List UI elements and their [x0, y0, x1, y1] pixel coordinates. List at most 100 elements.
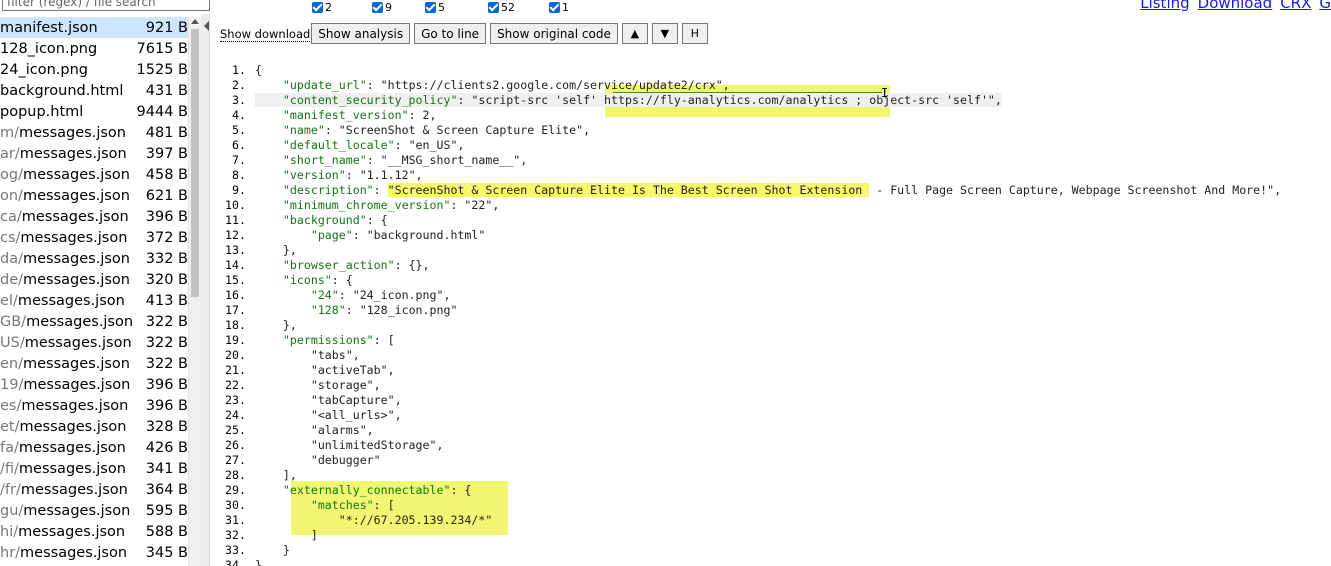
code-text: "matches": [	[310, 497, 395, 512]
filter-checkbox[interactable]: 52	[488, 0, 515, 14]
file-filter-input[interactable]	[2, 0, 210, 11]
file-path-prefix: en/	[0, 355, 23, 372]
scrollbar-thumb[interactable]	[191, 29, 199, 297]
code-line: 21. "activeTab",	[222, 362, 1331, 377]
file-list-item[interactable]: ar/messages.json 397 B	[0, 143, 201, 164]
line-number: 24.	[225, 407, 246, 422]
crx-link[interactable]: CRX	[1280, 0, 1311, 12]
file-name: ar/messages.json	[0, 146, 127, 162]
code-text: ]	[255, 527, 318, 542]
code-viewer[interactable]: 1. {2. "update_url": "https://clients2.go…	[222, 62, 1331, 566]
line-number: 15.	[225, 272, 246, 287]
checkbox-icon	[425, 1, 436, 13]
file-list-item[interactable]: 19/messages.json 396 B	[0, 374, 201, 395]
file-name-text: messages.json	[19, 145, 127, 162]
file-list-item[interactable]: da/messages.json 332 B	[0, 248, 201, 269]
line-number: 19.	[225, 332, 246, 347]
code-text: "externally_connectable": {	[282, 482, 472, 497]
file-list-item[interactable]: hi/messages.json 588 B	[0, 521, 201, 542]
previous-match-button[interactable]: ▲	[621, 23, 648, 44]
line-number: 23.	[225, 392, 246, 407]
file-list-scrollbar[interactable]	[188, 17, 201, 566]
file-name: ca/messages.json	[0, 209, 129, 225]
checkbox-label: 5	[438, 0, 445, 14]
filter-checkbox[interactable]: 2	[312, 0, 332, 14]
go-to-line-button[interactable]: Go to line	[414, 23, 487, 44]
filter-checkbox[interactable]: 5	[425, 0, 445, 14]
show-download-link[interactable]: Show download	[220, 27, 311, 42]
file-list-item[interactable]: /fr/messages.json 364 B	[0, 479, 201, 500]
file-list-item[interactable]: m/messages.json 481 B	[0, 122, 201, 143]
file-list-item[interactable]: cs/messages.json 372 B	[0, 227, 201, 248]
file-name-text: messages.json	[20, 481, 128, 498]
code-text: {	[255, 62, 262, 77]
file-list-item[interactable]: GB/messages.json 322 B	[0, 311, 201, 332]
line-number: 26.	[225, 437, 246, 452]
file-list-item[interactable]: el/messages.json 413 B	[0, 290, 201, 311]
file-list-item[interactable]: og/messages.json 458 B	[0, 164, 201, 185]
download-link[interactable]: Download	[1198, 0, 1273, 12]
code-line: 27. "debugger"	[222, 452, 1331, 467]
file-list-item[interactable]: 128_icon.png 7615 B	[0, 38, 201, 59]
file-name: 19/messages.json	[0, 377, 130, 393]
scroll-up-icon[interactable]	[191, 19, 199, 24]
file-list-item[interactable]: en/messages.json 322 B	[0, 353, 201, 374]
line-number: 30.	[225, 497, 246, 512]
file-name-text: messages.json	[19, 418, 127, 435]
file-list-item[interactable]: de/messages.json 320 B	[0, 269, 201, 290]
checkbox-label: 9	[385, 0, 392, 14]
checkbox-icon	[372, 1, 383, 13]
file-list-item[interactable]: US/messages.json 322 B	[0, 332, 201, 353]
checkbox-icon	[549, 1, 560, 13]
file-name-text: messages.json	[23, 376, 131, 393]
file-list-item[interactable]: ca/messages.json 396 B	[0, 206, 201, 227]
file-path-prefix: GB/	[0, 313, 27, 330]
line-number: 33.	[225, 542, 246, 557]
code-line: 9. "description": "ScreenShot & Screen C…	[222, 182, 1331, 197]
code-line: 3. "content_security_policy": "script-sr…	[222, 92, 1331, 107]
filter-checkbox[interactable]: 9	[372, 0, 392, 14]
file-path-prefix: 19/	[0, 376, 24, 393]
file-name: cs/messages.json	[0, 230, 127, 246]
code-line: 19. "permissions": [	[222, 332, 1331, 347]
file-list-item[interactable]: 24_icon.png 1525 B	[0, 59, 201, 80]
listing-link[interactable]: Listing	[1140, 0, 1189, 12]
pane-splitter[interactable]	[201, 14, 210, 566]
filter-checkbox[interactable]: 1	[549, 0, 569, 14]
collapse-arrow-icon[interactable]	[204, 21, 209, 31]
file-name-text: manifest.json	[0, 19, 98, 36]
file-list-item[interactable]: hr/messages.json 345 B	[0, 542, 201, 563]
code-text: "tabs",	[255, 347, 360, 362]
line-number: 4.	[232, 107, 246, 122]
line-number: 34.	[225, 557, 246, 566]
file-list-item[interactable]: et/messages.json 328 B	[0, 416, 201, 437]
file-list-item[interactable]: gu/messages.json 595 B	[0, 500, 201, 521]
file-list-item[interactable]: fa/messages.json 426 B	[0, 437, 201, 458]
file-path-prefix: /fi/	[0, 460, 19, 477]
next-match-button[interactable]: ▼	[651, 23, 678, 44]
file-list-item[interactable]: manifest.json 921 B	[0, 17, 201, 38]
file-name: el/messages.json	[0, 293, 125, 309]
file-name: og/messages.json	[0, 167, 130, 183]
file-path-prefix: el/	[0, 292, 18, 309]
file-list-item[interactable]: /fi/messages.json 341 B	[0, 458, 201, 479]
line-number: 20.	[225, 347, 246, 362]
file-list-item[interactable]: on/messages.json 621 B	[0, 185, 201, 206]
file-list: manifest.json 921 B 128_icon.png 7615 B 24_i…	[0, 17, 201, 566]
code-text: "minimum_chrome_version": "22",	[282, 197, 500, 212]
code-text: "short_name": "__MSG_short_name__",	[282, 152, 528, 167]
file-list-item[interactable]: popup.html 9444 B	[0, 101, 201, 122]
file-name: hr/messages.json	[0, 545, 127, 561]
extra-link[interactable]: G	[1319, 0, 1331, 12]
file-list-item[interactable]: es/messages.json 396 B	[0, 395, 201, 416]
file-name-text: popup.html	[0, 103, 84, 120]
line-number: 10.	[225, 197, 246, 212]
show-analysis-button[interactable]: Show analysis	[311, 23, 411, 44]
file-name-text: messages.json	[23, 502, 131, 519]
line-number: 18.	[225, 317, 246, 332]
file-list-item[interactable]: background.html 431 B	[0, 80, 201, 101]
h-button[interactable]: H	[681, 23, 708, 44]
show-original-code-button[interactable]: Show original code	[490, 23, 618, 44]
line-number: 25.	[225, 422, 246, 437]
file-name-text: messages.json	[17, 292, 125, 309]
